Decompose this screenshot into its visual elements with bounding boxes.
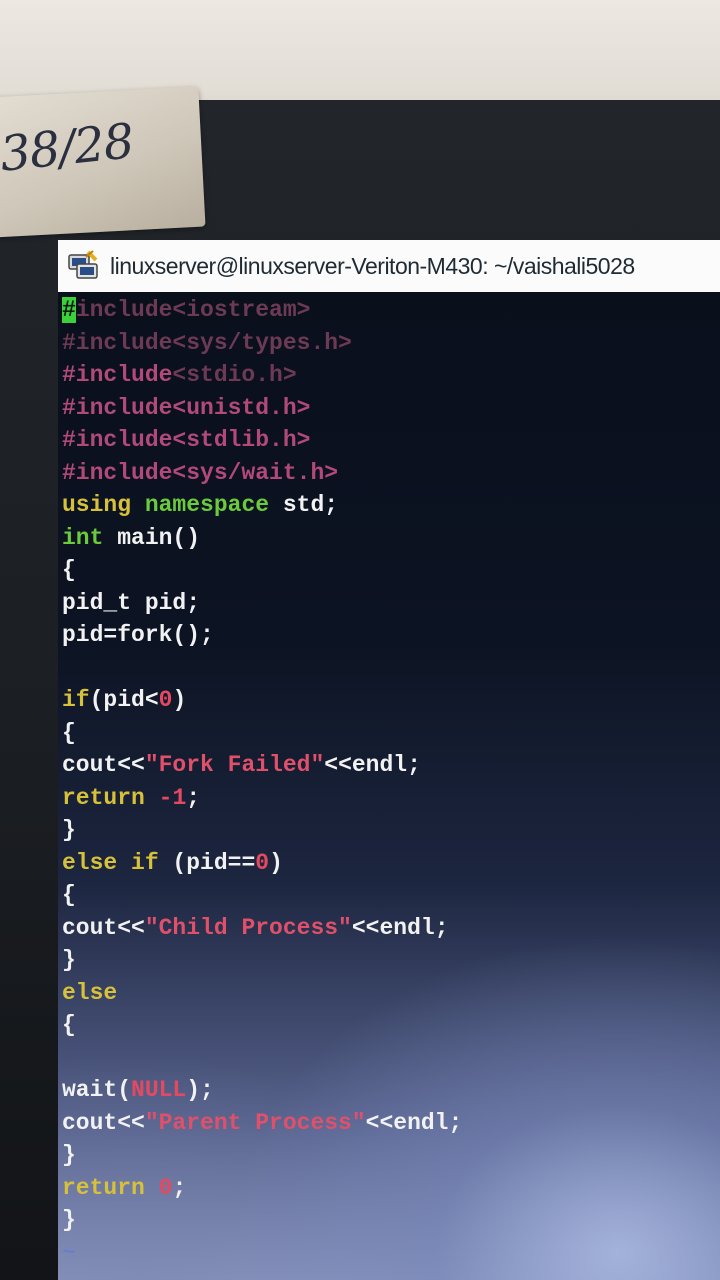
code-line[interactable] [62,1042,462,1075]
code-line[interactable]: pid_t pid; [62,587,462,620]
code-token: -1 [158,784,187,811]
code-token: cout<< [62,1109,145,1136]
code-token: ; [172,1174,187,1201]
code-token: ); [186,1077,214,1103]
empty-line-marker: ~ [62,1239,76,1266]
code-token: { [62,557,76,583]
code-token: <stdlib.h> [172,427,311,453]
code-line[interactable]: int main() [62,522,462,555]
window-titlebar[interactable]: linuxserver@linuxserver-Veriton-M430: ~/… [58,240,720,294]
code-token: <sys/wait.h> [172,459,339,486]
code-line[interactable]: using namespace std; [62,489,462,522]
code-token: #include<sys/types.h> [62,329,352,356]
code-token: <<endl; [365,1109,463,1136]
code-line[interactable]: else [62,977,462,1010]
code-token: { [62,719,76,746]
code-token: pid=fork(); [62,622,214,648]
code-token: "Parent Process" [144,1109,366,1136]
putty-terminal-icon[interactable] [66,249,100,283]
code-token: "Fork Failed" [144,752,325,778]
code-line[interactable]: #include<unistd.h> [62,392,462,425]
code-token: int [62,524,104,551]
terminal-window[interactable]: linuxserver@linuxserver-Veriton-M430: ~/… [58,240,720,1280]
vim-editor-area[interactable]: #include<iostream> #include<sys/types.h> #… [58,292,720,1280]
code-line[interactable]: #include<iostream> [62,294,462,327]
code-token: if [62,687,90,713]
code-token: return [62,784,145,811]
code-line[interactable]: #include<stdlib.h> [62,424,462,457]
code-line[interactable]: } [62,1139,462,1172]
code-line[interactable]: { [62,879,462,912]
code-line[interactable]: { [62,717,462,750]
code-token: std; [269,492,339,518]
code-line[interactable]: else if (pid==0) [62,847,462,880]
code-line[interactable]: { [62,1009,462,1042]
code-token: 0 [255,849,270,876]
window-title: linuxserver@linuxserver-Veriton-M430: ~/… [110,252,635,279]
code-token: { [62,882,76,908]
code-token: #include [62,394,173,421]
code-token: using [62,492,132,518]
code-token: cout<< [62,914,145,941]
code-token: (pid== [158,849,256,876]
code-token: <stdio.h> [172,362,297,388]
code-line[interactable]: #include<sys/wait.h> [62,457,462,490]
code-line[interactable]: { [62,554,462,587]
source-code[interactable]: #include<iostream> #include<sys/types.h> #… [62,294,462,1280]
empty-line-marker: ~ [62,1272,76,1280]
code-line[interactable]: cout<<"Fork Failed"<<endl; [62,749,462,782]
text-cursor: # [62,297,76,323]
code-line[interactable]: wait(NULL); [62,1074,462,1107]
code-token: ) [172,687,187,713]
code-token: (pid< [89,687,159,713]
code-token: else [62,979,118,1006]
code-token: 0 [158,687,173,713]
code-token: } [62,947,76,973]
code-token: else if [62,849,159,876]
code-token: 0 [158,1174,173,1201]
code-token: { [62,1012,76,1038]
code-token: NULL [131,1077,187,1103]
code-token: pid_t pid; [62,589,201,616]
code-token: ) [269,849,283,876]
code-line[interactable]: cout<<"Parent Process"<<endl; [62,1107,462,1140]
code-line[interactable]: } [62,814,462,847]
code-line[interactable]: } [62,944,462,977]
code-token: namespace [144,492,270,518]
code-token: "Child Process" [144,914,352,941]
code-line[interactable]: cout<<"Child Process"<<endl; [62,912,462,945]
code-token: main() [103,524,201,551]
code-token: #include [62,427,173,453]
code-token: return [62,1174,145,1201]
code-line[interactable]: #include<stdio.h> [62,359,462,392]
code-token: } [62,817,76,843]
code-token: ; [186,784,201,811]
code-line[interactable]: pid=fork(); [62,619,462,652]
code-line[interactable]: } [62,1204,462,1237]
code-line[interactable]: ~ [62,1237,462,1270]
code-token: wait( [62,1077,132,1103]
code-line[interactable]: #include<sys/types.h> [62,327,462,360]
code-token: include<iostream> [75,297,311,323]
code-token: } [62,1207,76,1233]
code-token: } [62,1142,76,1168]
code-line[interactable]: return -1; [62,782,462,815]
code-line[interactable]: ~ [62,1269,462,1280]
code-token: #include [62,362,173,388]
code-token: <<endl; [351,914,449,941]
code-line[interactable]: return 0; [62,1172,462,1205]
code-line[interactable]: if(pid<0) [62,684,462,717]
code-token: #include [62,459,173,486]
code-token: <<endl; [324,752,421,778]
code-token: <unistd.h> [172,394,311,421]
code-line[interactable] [62,652,462,685]
code-token: cout<< [62,752,145,778]
